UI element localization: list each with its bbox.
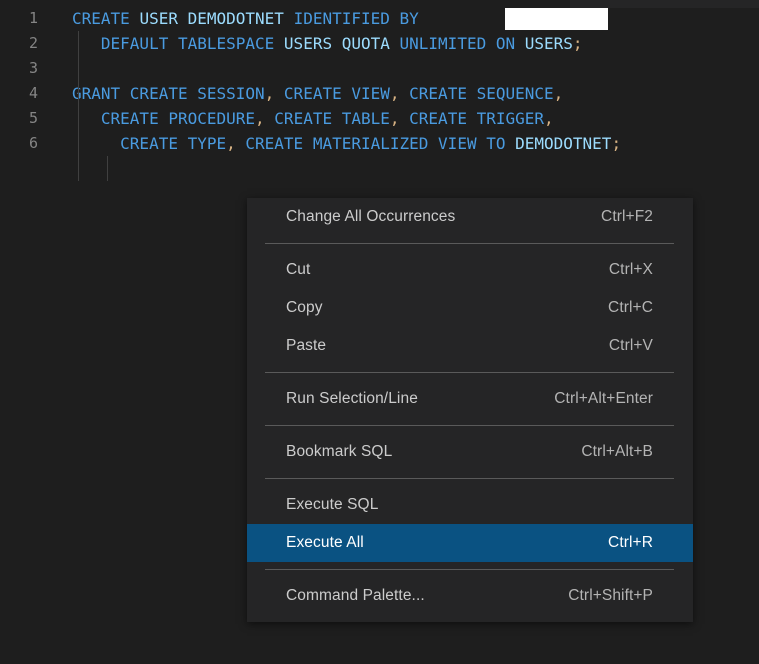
menu-item-shortcut: Ctrl+Alt+Enter <box>554 390 653 407</box>
code-line-text: CREATE TYPE, CREATE MATERIALIZED VIEW TO… <box>72 131 621 156</box>
code-token: USERS QUOTA <box>283 34 400 53</box>
code-token: DEMODOTNET <box>515 134 612 153</box>
code-line-text: DEFAULT TABLESPACE USERS QUOTA UNLIMITED… <box>72 31 583 56</box>
code-token: ; <box>611 134 622 153</box>
menu-item-paste[interactable]: Paste Ctrl+V <box>247 327 693 365</box>
line-number: 2 <box>28 34 38 52</box>
code-token: ; <box>572 34 583 53</box>
code-token: CREATE TRIGGER <box>409 109 545 128</box>
menu-separator <box>265 372 674 373</box>
menu-item-shortcut: Ctrl+V <box>608 337 653 354</box>
line-number: 1 <box>28 9 38 27</box>
line-number: 6 <box>28 134 38 152</box>
code-token: CREATE MATERIALIZED VIEW TO <box>245 134 516 153</box>
menu-separator <box>265 425 674 426</box>
menu-item-shortcut: Ctrl+Shift+P <box>568 587 653 604</box>
code-line[interactable]: 5 CREATE PROCEDURE, CREATE TABLE, CREATE… <box>0 106 759 131</box>
code-token: CREATE TABLE <box>274 109 390 128</box>
line-number: 5 <box>28 109 38 127</box>
menu-item-shortcut: Ctrl+R <box>608 534 653 551</box>
code-line-text: CREATE PROCEDURE, CREATE TABLE, CREATE T… <box>72 106 554 131</box>
menu-item-label: Execute All <box>286 534 364 551</box>
menu-item-command-palette[interactable]: Command Palette... Ctrl+Shift+P <box>247 577 693 615</box>
menu-item-execute-all[interactable]: Execute All Ctrl+R <box>247 524 693 562</box>
menu-item-cut[interactable]: Cut Ctrl+X <box>247 251 693 289</box>
menu-item-label: Change All Occurrences <box>286 208 456 225</box>
code-token: IDENTIFIED BY <box>293 9 429 28</box>
code-line-text: CREATE USER DEMODOTNET IDENTIFIED BY <box>72 6 428 31</box>
redacted-password-box <box>505 8 608 30</box>
code-token: , <box>389 109 410 128</box>
code-token: CREATE VIEW <box>283 84 390 103</box>
code-line[interactable]: 4 GRANT CREATE SESSION, CREATE VIEW, CREA… <box>0 81 759 106</box>
menu-item-bookmark-sql[interactable]: Bookmark SQL Ctrl+Alt+B <box>247 433 693 471</box>
code-token: CREATE SEQUENCE <box>409 84 554 103</box>
code-line-text: GRANT CREATE SESSION, CREATE VIEW, CREAT… <box>72 81 563 106</box>
menu-item-label: Execute SQL <box>286 496 379 513</box>
code-token: DEFAULT TABLESPACE <box>72 34 284 53</box>
line-number: 3 <box>28 59 38 77</box>
menu-item-copy[interactable]: Copy Ctrl+C <box>247 289 693 327</box>
menu-item-execute-sql[interactable]: Execute SQL <box>247 486 693 524</box>
menu-item-label: Paste <box>286 337 327 354</box>
menu-item-label: Run Selection/Line <box>286 390 418 407</box>
menu-separator <box>265 569 674 570</box>
code-line[interactable]: 2 DEFAULT TABLESPACE USERS QUOTA UNLIMIT… <box>0 31 759 56</box>
indent-guide-2 <box>107 156 108 181</box>
code-token: CREATE <box>72 9 140 28</box>
menu-item-label: Command Palette... <box>286 587 425 604</box>
menu-item-label: Bookmark SQL <box>286 443 393 460</box>
code-token: , <box>264 84 284 103</box>
code-line[interactable]: 6 CREATE TYPE, CREATE MATERIALIZED VIEW … <box>0 131 759 156</box>
code-token: , <box>226 134 246 153</box>
code-token: , <box>389 84 410 103</box>
code-content[interactable]: 1 CREATE USER DEMODOTNET IDENTIFIED BY 2 … <box>0 6 759 156</box>
menu-separator <box>265 243 674 244</box>
menu-separator <box>265 478 674 479</box>
menu-item-run-selection-line[interactable]: Run Selection/Line Ctrl+Alt+Enter <box>247 380 693 418</box>
code-line[interactable]: 1 CREATE USER DEMODOTNET IDENTIFIED BY <box>0 6 759 31</box>
code-token: USER DEMODOTNET <box>139 9 294 28</box>
menu-item-label: Copy <box>286 299 323 316</box>
code-token: , <box>544 109 554 128</box>
menu-item-change-all-occurrences[interactable]: Change All Occurrences Ctrl+F2 <box>247 198 693 236</box>
menu-item-shortcut: Ctrl+Alt+B <box>581 443 653 460</box>
code-token: , <box>553 84 564 103</box>
menu-item-shortcut: Ctrl+C <box>608 299 653 316</box>
code-token: , <box>255 109 275 128</box>
menu-item-shortcut: Ctrl+X <box>608 261 653 278</box>
code-token: UNLIMITED ON <box>399 34 525 53</box>
editor-context-menu[interactable]: Change All Occurrences Ctrl+F2 Cut Ctrl+X Co… <box>247 198 693 622</box>
indent-guide-1 <box>78 31 79 181</box>
code-token: CREATE PROCEDURE <box>72 109 256 128</box>
code-token: GRANT CREATE SESSION <box>72 84 265 103</box>
menu-item-label: Cut <box>286 261 311 278</box>
menu-item-shortcut: Ctrl+F2 <box>601 208 653 225</box>
code-line[interactable]: 3 <box>0 56 759 81</box>
code-token: USERS <box>524 34 573 53</box>
line-number: 4 <box>28 84 38 102</box>
code-token: CREATE TYPE <box>72 134 227 153</box>
